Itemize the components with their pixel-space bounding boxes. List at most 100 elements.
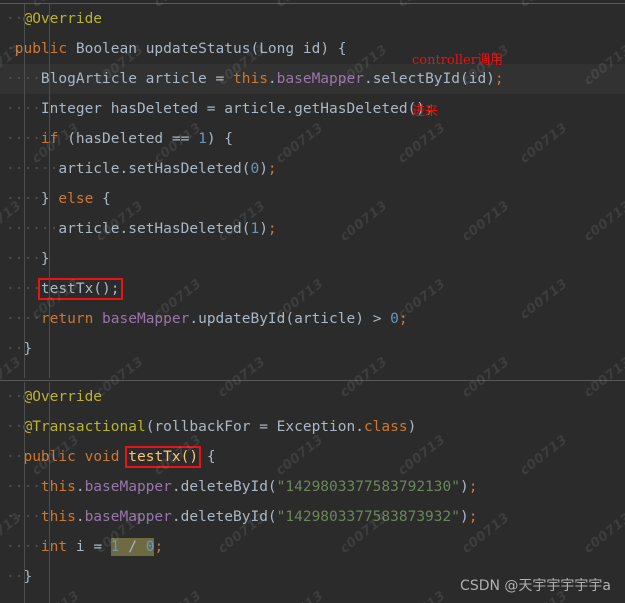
editor-pane-test-tx[interactable]: ··@Override ··@Transactional(rollbackFor … [0,382,625,603]
code-token: article.setHasDeleted( [58,221,251,237]
editor-pane-update-status[interactable]: ··@Override ·public Boolean updateStatus(… [0,4,625,378]
divide-by-zero-warning-highlight: 1 / 0 [110,538,155,556]
code-token: public [14,41,68,57]
code-token: ( [250,41,260,57]
code-line[interactable]: ····BlogArticle article = this.baseMappe… [0,64,625,94]
code-token: ) [320,41,330,57]
code-token: ······ [6,161,59,177]
code-token: @Override [23,11,103,27]
code-token: { [329,41,347,57]
code-token: .deleteById( [171,509,277,525]
code-token: ) [259,221,268,237]
red-annotation-note: controller调用 进来 [412,18,503,154]
code-line[interactable]: ····return baseMapper.updateById(article… [0,304,625,334]
code-token: ······ [6,221,59,237]
indent-guide [24,4,25,378]
code-line[interactable]: ····} [0,244,625,274]
code-token: (hasDeleted [58,131,172,147]
code-token: article.setHasDeleted( [58,161,251,177]
code-token: ) { [206,131,234,147]
code-line[interactable]: ····this.baseMapper.deleteById("14298033… [0,502,625,532]
code-line[interactable]: ····if (hasDeleted == 1) { [0,124,625,154]
code-token: hasDeleted [102,101,207,117]
code-token: 1 [110,539,120,555]
code-token: ; [267,221,277,237]
code-token: this [233,71,268,87]
code-line[interactable]: ······article.setHasDeleted(1); [0,214,625,244]
code-token: updateStatus [145,41,251,57]
code-token: ·· [6,449,24,465]
code-line[interactable]: ··public void testTx() { [0,442,625,472]
code-line[interactable]: ····this.baseMapper.deleteById("14298033… [0,472,625,502]
code-token: class [363,419,408,435]
code-token: id [294,41,321,57]
code-token: ·· [6,569,24,585]
code-token: . [267,71,277,87]
code-token: Boolean [75,41,137,57]
code-token: BlogArticle [40,71,137,87]
code-token: else [58,191,94,207]
code-line[interactable]: ··@Override [0,382,625,412]
code-line[interactable]: ··} [0,334,625,364]
code-token: "1429803377583792130" [276,479,460,495]
code-token: ·· [6,389,24,405]
code-token: Long [259,41,295,57]
code-token: 1 [198,131,207,147]
code-token: · [6,41,15,57]
code-token: { [198,449,216,465]
indent-guide [24,382,25,603]
code-token: baseMapper [276,71,364,87]
code-token: .deleteById( [171,479,277,495]
code-token: . [75,479,85,495]
code-line[interactable]: ····} else { [0,184,625,214]
code-token: i [67,539,94,555]
indent-guide [49,382,50,603]
code-line[interactable]: ····int i = 1 / 0; [0,532,625,562]
code-token: = [215,71,225,87]
annotation-line-2: 进来 [412,104,439,119]
pane-divider-middle [0,380,625,381]
code-token: = [259,419,268,435]
code-token: .updateById(article) [189,311,373,327]
code-token: @Transactional [23,419,146,435]
code-line[interactable]: ··@Override [0,4,625,34]
code-token: ) [407,419,417,435]
code-token: ·· [6,11,24,27]
code-line[interactable]: ····testTx(); [0,274,625,304]
code-token: void [84,449,120,465]
code-line[interactable]: ··@Transactional(rollbackFor = Exception… [0,412,625,442]
code-token: = [93,539,103,555]
indent-guide [49,4,50,378]
code-token: baseMapper [84,479,172,495]
code-token: this [40,509,76,525]
csdn-credit: CSDN @天宇宇宇宇宇a [460,578,611,594]
code-token: / [119,539,146,555]
code-token: ; [154,539,164,555]
code-token: article [136,71,216,87]
red-callout-box: testTx() [125,446,202,468]
code-line[interactable]: ·public Boolean updateStatus(Long id) { [0,34,625,64]
code-token: @Override [23,389,103,405]
code-token: ; [267,161,277,177]
code-token: 0 [250,161,260,177]
code-token: int [40,539,68,555]
pane-divider-top [0,3,625,4]
code-token: baseMapper [102,311,190,327]
code-token: 1 [250,221,260,237]
code-screenshot: ··@Override ·public Boolean updateStatus(… [0,0,625,603]
code-line[interactable]: ······article.setHasDeleted(0); [0,154,625,184]
code-token: article.getHasDeleted() [215,101,426,117]
code-line[interactable]: ····Integer hasDeleted = article.getHasD… [0,94,625,124]
code-token: ·· [6,341,24,357]
code-token: = [206,101,216,117]
code-token: rollbackFor [154,419,251,435]
